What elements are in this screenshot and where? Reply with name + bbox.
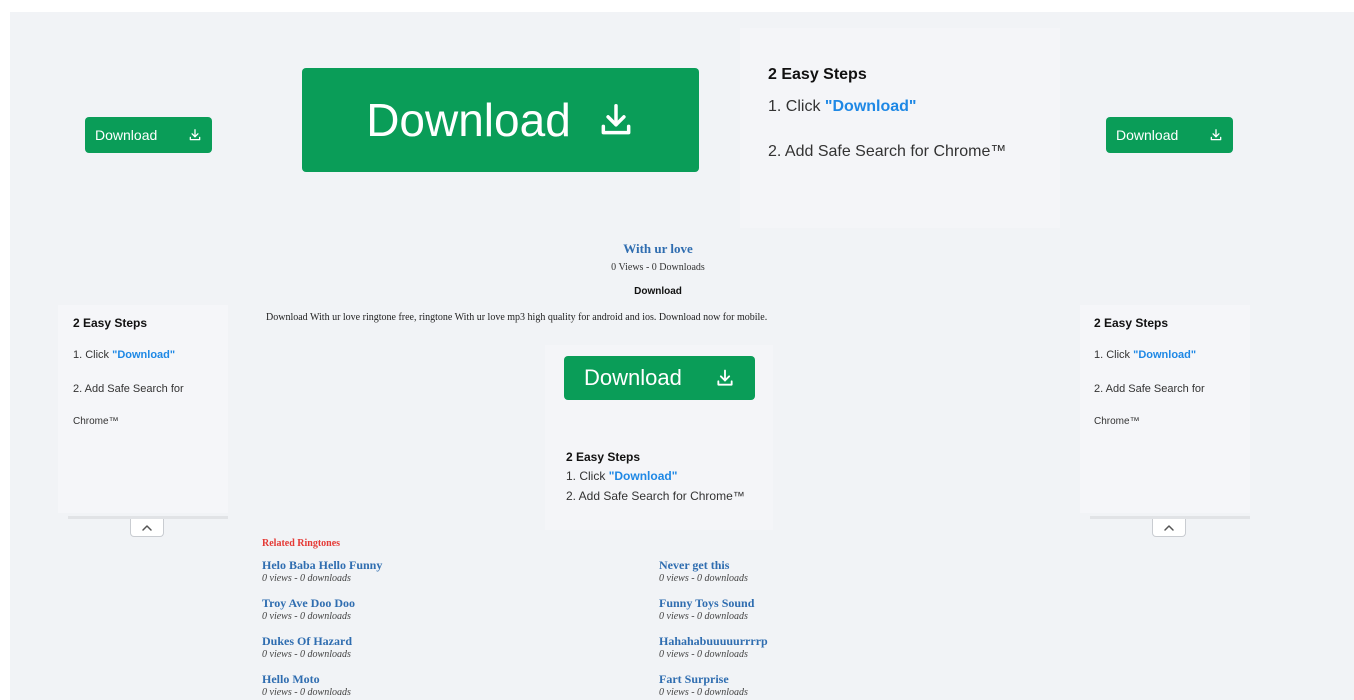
related-item[interactable]: Troy Ave Doo Doo 0 views - 0 downloads: [262, 596, 355, 622]
related-item-title[interactable]: Funny Toys Sound: [659, 596, 754, 611]
related-item-meta: 0 views - 0 downloads: [659, 611, 748, 622]
right-step-2-line2: Chrome™: [1094, 416, 1140, 427]
right-steps-panel: [1080, 305, 1250, 513]
left-download-label: Download: [95, 127, 158, 143]
download-heading: Download: [634, 286, 682, 297]
right-steps-title: 2 Easy Steps: [1094, 316, 1169, 330]
related-item-title[interactable]: Never get this: [659, 558, 748, 573]
related-heading: Related Ringtones: [262, 538, 341, 549]
top-step-1-link[interactable]: "Download": [825, 98, 917, 115]
left-steps-title: 2 Easy Steps: [73, 316, 148, 330]
related-item-meta: 0 views - 0 downloads: [659, 573, 748, 584]
related-item-meta: 0 views - 0 downloads: [262, 649, 351, 660]
related-item[interactable]: Dukes Of Hazard 0 views - 0 downloads: [262, 634, 352, 660]
related-item[interactable]: Hahahabuuuuurrrrp 0 views - 0 downloads: [659, 634, 768, 660]
left-step-1-link[interactable]: "Download": [112, 349, 175, 361]
related-item-meta: 0 views - 0 downloads: [659, 649, 748, 660]
top-steps-title: 2 Easy Steps: [768, 66, 867, 83]
related-item-title[interactable]: Hahahabuuuuurrrrp: [659, 634, 768, 649]
center-steps-title: 2 Easy Steps: [566, 450, 641, 464]
related-item-title[interactable]: Hello Moto: [262, 672, 351, 687]
ringtone-description: Download With ur love ringtone free, rin…: [266, 312, 768, 323]
top-step-1: 1. Click "Download": [768, 98, 917, 116]
related-item-title[interactable]: Troy Ave Doo Doo: [262, 596, 355, 611]
right-download-label: Download: [1116, 127, 1179, 143]
center-step-1: 1. Click "Download": [566, 469, 677, 483]
related-item[interactable]: Funny Toys Sound 0 views - 0 downloads: [659, 596, 754, 622]
top-step-1-prefix: 1. Click: [768, 98, 825, 115]
center-download-label: Download: [584, 365, 682, 390]
chevron-up-icon: [141, 519, 153, 537]
download-icon: [715, 368, 735, 388]
left-download-button[interactable]: Download: [85, 117, 212, 153]
download-icon: [1209, 128, 1223, 142]
related-item-meta: 0 views - 0 downloads: [262, 611, 351, 622]
left-step-2-line2: Chrome™: [73, 416, 119, 427]
center-download-button[interactable]: Download: [564, 356, 755, 400]
related-item-title[interactable]: Fart Surprise: [659, 672, 748, 687]
related-item-meta: 0 views - 0 downloads: [659, 687, 748, 698]
ringtone-stats: 0 Views - 0 Downloads: [611, 262, 705, 273]
center-step-1-prefix: 1. Click: [566, 469, 609, 483]
left-step-2-line1: 2. Add Safe Search for: [73, 383, 184, 395]
right-step-1: 1. Click "Download": [1094, 349, 1196, 361]
top-download-button[interactable]: Download: [302, 68, 699, 172]
left-step-1-prefix: 1. Click: [73, 349, 113, 361]
center-step-1-link[interactable]: "Download": [609, 469, 678, 483]
center-step-2: 2. Add Safe Search for Chrome™: [566, 489, 745, 503]
download-icon: [188, 128, 202, 142]
related-item[interactable]: Fart Surprise 0 views - 0 downloads: [659, 672, 748, 698]
related-item-meta: 0 views - 0 downloads: [262, 573, 351, 584]
left-steps-panel: [58, 305, 228, 513]
left-collapse-button[interactable]: [130, 519, 164, 537]
top-download-label: Download: [366, 94, 571, 146]
download-icon: [597, 101, 635, 139]
ringtone-title[interactable]: With ur love: [558, 241, 758, 257]
related-item-title[interactable]: Helo Baba Hello Funny: [262, 558, 382, 573]
right-download-button[interactable]: Download: [1106, 117, 1233, 153]
right-step-2-line1: 2. Add Safe Search for: [1094, 383, 1205, 395]
related-item[interactable]: Hello Moto 0 views - 0 downloads: [262, 672, 351, 698]
related-item[interactable]: Helo Baba Hello Funny 0 views - 0 downlo…: [262, 558, 382, 584]
related-item[interactable]: Never get this 0 views - 0 downloads: [659, 558, 748, 584]
left-step-1: 1. Click "Download": [73, 349, 175, 361]
right-step-1-link[interactable]: "Download": [1133, 349, 1196, 361]
right-step-1-prefix: 1. Click: [1094, 349, 1134, 361]
related-item-meta: 0 views - 0 downloads: [262, 687, 351, 698]
related-item-title[interactable]: Dukes Of Hazard: [262, 634, 352, 649]
chevron-up-icon: [1163, 519, 1175, 537]
top-ad-panel: [740, 28, 1060, 228]
right-collapse-button[interactable]: [1152, 519, 1186, 537]
top-step-2: 2. Add Safe Search for Chrome™: [768, 143, 1007, 160]
